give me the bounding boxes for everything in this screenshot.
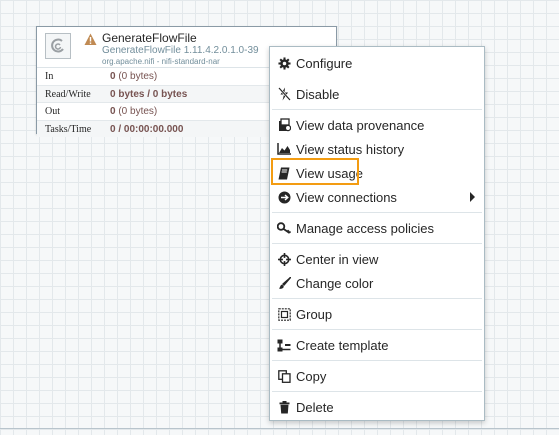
menu-separator [272, 109, 482, 110]
menu-item-create-template[interactable]: Create template [270, 333, 484, 357]
stats-value: 0 / 00:00:00.000 [110, 123, 184, 135]
menu-separator [272, 243, 482, 244]
menu-item-disable[interactable]: Disable [270, 82, 484, 106]
group-icon [277, 307, 291, 321]
menu-item-label: Delete [296, 399, 334, 415]
menu-item-view-data-provenance[interactable]: View data provenance [270, 113, 484, 137]
provenance-icon [277, 118, 291, 132]
processor-name: GenerateFlowFile [102, 31, 197, 45]
canvas-border [0, 428, 559, 429]
menu-separator [272, 329, 482, 330]
menu-item-group[interactable]: Group [270, 302, 484, 326]
menu-separator [272, 212, 482, 213]
gear-icon [277, 56, 291, 70]
stats-label: Out [45, 106, 60, 117]
menu-item-view-connections[interactable]: View connections [270, 185, 484, 209]
area-chart-icon [277, 142, 291, 156]
warning-icon[interactable] [84, 33, 97, 46]
crosshairs-icon [277, 252, 291, 266]
menu-separator [272, 360, 482, 361]
stats-value: 0 (0 bytes) [110, 106, 158, 117]
menu-item-view-usage[interactable]: View usage [270, 161, 484, 185]
template-icon [277, 338, 291, 352]
menu-item-label: View connections [296, 189, 397, 205]
chevron-right-icon [470, 192, 475, 202]
connections-icon [277, 190, 291, 204]
menu-item-label: Group [296, 306, 333, 322]
processor-icon [45, 33, 71, 59]
processor-bundle: org.apache.nifi - nifi-standard-nar [102, 57, 220, 66]
menu-item-label: Copy [296, 368, 327, 384]
menu-item-copy[interactable]: Copy [270, 364, 484, 388]
menu-separator [272, 391, 482, 392]
menu-item-label: Change color [296, 275, 374, 291]
menu-item-label: View status history [296, 141, 405, 157]
menu-item-manage-access-policies[interactable]: Manage access policies [270, 216, 484, 240]
stats-value: 0 bytes / 0 bytes [110, 88, 188, 100]
menu-separator [272, 298, 482, 299]
menu-item-label: Create template [296, 337, 389, 353]
menu-item-label: Configure [296, 55, 353, 71]
menu-item-center-in-view[interactable]: Center in view [270, 247, 484, 271]
processor-type: GenerateFlowFile 1.11.4.2.0.1.0-39 [102, 45, 259, 56]
menu-item-change-color[interactable]: Change color [270, 271, 484, 295]
key-icon [277, 221, 291, 235]
context-menu: Configure Disable View data provenance V… [269, 46, 485, 421]
menu-item-delete[interactable]: Delete [270, 395, 484, 419]
stats-label: Tasks/Time [45, 123, 92, 135]
menu-item-view-status-history[interactable]: View status history [270, 137, 484, 161]
menu-item-configure[interactable]: Configure [270, 51, 484, 75]
menu-item-label: Manage access policies [296, 220, 435, 236]
menu-item-label: View usage [296, 165, 363, 181]
copy-icon [277, 369, 291, 383]
book-icon [277, 166, 291, 180]
trash-icon [277, 400, 291, 414]
menu-item-label: View data provenance [296, 117, 425, 133]
stats-label: Read/Write [45, 88, 91, 100]
paintbrush-icon [277, 276, 291, 290]
stats-value: 0 (0 bytes) [110, 71, 158, 82]
stats-label: In [45, 71, 54, 82]
disable-icon [277, 87, 291, 101]
menu-item-label: Disable [296, 86, 340, 102]
menu-item-label: Center in view [296, 251, 379, 267]
